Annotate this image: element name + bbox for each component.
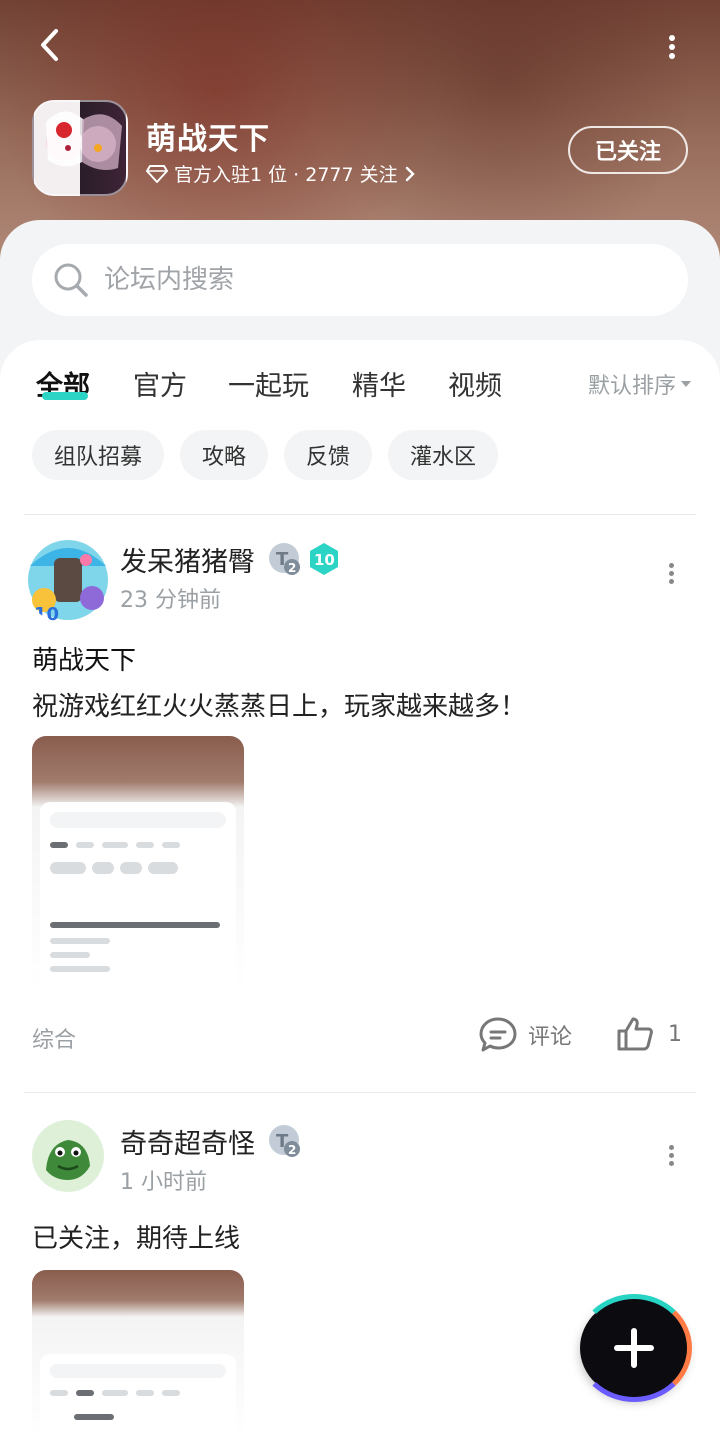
avatar[interactable]: 10 [24,536,112,624]
forum-title: 萌战天下 [146,122,270,157]
svg-text:2: 2 [288,561,296,575]
forum-stats-text: 官方入驻1 位 · 2777 关注 [174,164,398,186]
post-time: 23 分钟前 [120,588,221,613]
tab-video[interactable]: 视频 [448,364,502,403]
tier-badge-icon: T 2 [268,1124,302,1162]
like-count: 1 [668,1021,682,1047]
app-logo-art [46,111,122,170]
post-card[interactable]: 10 发呆猪猪臀 T 2 10 23 分钟前 萌战天下 祝游戏红红火火蒸蒸日上，… [0,536,720,1056]
tab-play-together[interactable]: 一起玩 [228,364,309,403]
comment-label: 评论 [528,1025,573,1050]
image-preview [40,1354,236,1438]
avatar[interactable] [32,1120,104,1192]
forum-stats[interactable]: 官方入驻1 位 · 2777 关注 [146,160,416,187]
follow-button[interactable]: 已关注 [568,126,688,174]
post-body: 已关注，期待上线 [32,1224,241,1254]
svg-text:2: 2 [288,1143,296,1157]
chip-team-recruit[interactable]: 组队招募 [32,430,165,480]
level-badge-text: 10 [314,551,335,569]
more-options-button[interactable] [666,32,678,60]
like-button[interactable]: 1 [616,1016,682,1052]
svg-text:10: 10 [34,604,59,624]
post-time: 1 小时前 [120,1170,207,1195]
post-title: 萌战天下 [32,646,137,676]
category-chips: 组队招募 攻略 反馈 灌水区 [32,430,499,480]
more-dot-icon [669,35,675,41]
sort-label: 默认排序 [587,374,676,399]
tab-featured[interactable]: 精华 [352,364,406,403]
search-icon [54,263,88,297]
chip-chat-zone[interactable]: 灌水区 [388,430,499,480]
author-name[interactable]: 发呆猪猪臀 [120,540,255,579]
caret-down-icon [681,381,691,387]
chevron-left-icon [41,29,58,61]
search-box[interactable] [32,244,688,316]
level-badge-icon: 10 [308,542,340,580]
author-name[interactable]: 奇奇超奇怪 [120,1122,255,1161]
chip-guide[interactable]: 攻略 [180,430,269,480]
more-dot-icon [668,1145,674,1150]
app-logo [32,100,128,196]
comment-button[interactable]: 评论 [478,1016,572,1054]
active-tab-indicator [42,392,88,400]
post-image[interactable] [32,1270,244,1438]
post-tag[interactable]: 综合 [32,1022,76,1054]
chip-feedback[interactable]: 反馈 [284,430,373,480]
diamond-icon [146,164,168,183]
post-footer: 综合 评论 1 [0,1016,720,1060]
comment-icon [479,1017,517,1052]
divider [24,514,696,515]
chevron-right-icon [405,166,415,181]
post-body: 祝游戏红红火火蒸蒸日上，玩家越来越多！ [32,692,527,722]
create-post-button[interactable] [576,1294,692,1402]
tier-badge-icon: T 2 [268,542,302,580]
back-button[interactable] [36,28,66,62]
post-more-button[interactable] [666,1142,676,1172]
tab-official[interactable]: 官方 [133,364,187,403]
thumbs-up-icon [617,1017,653,1051]
avatar-art: 10 [24,536,112,624]
image-preview [40,802,236,990]
sort-dropdown[interactable]: 默认排序 [588,368,692,400]
avatar-art [32,1120,104,1192]
more-dot-icon [668,563,674,568]
post-image[interactable] [32,736,244,990]
search-input[interactable] [104,265,664,295]
post-more-button[interactable] [666,560,676,590]
divider [24,1092,696,1093]
